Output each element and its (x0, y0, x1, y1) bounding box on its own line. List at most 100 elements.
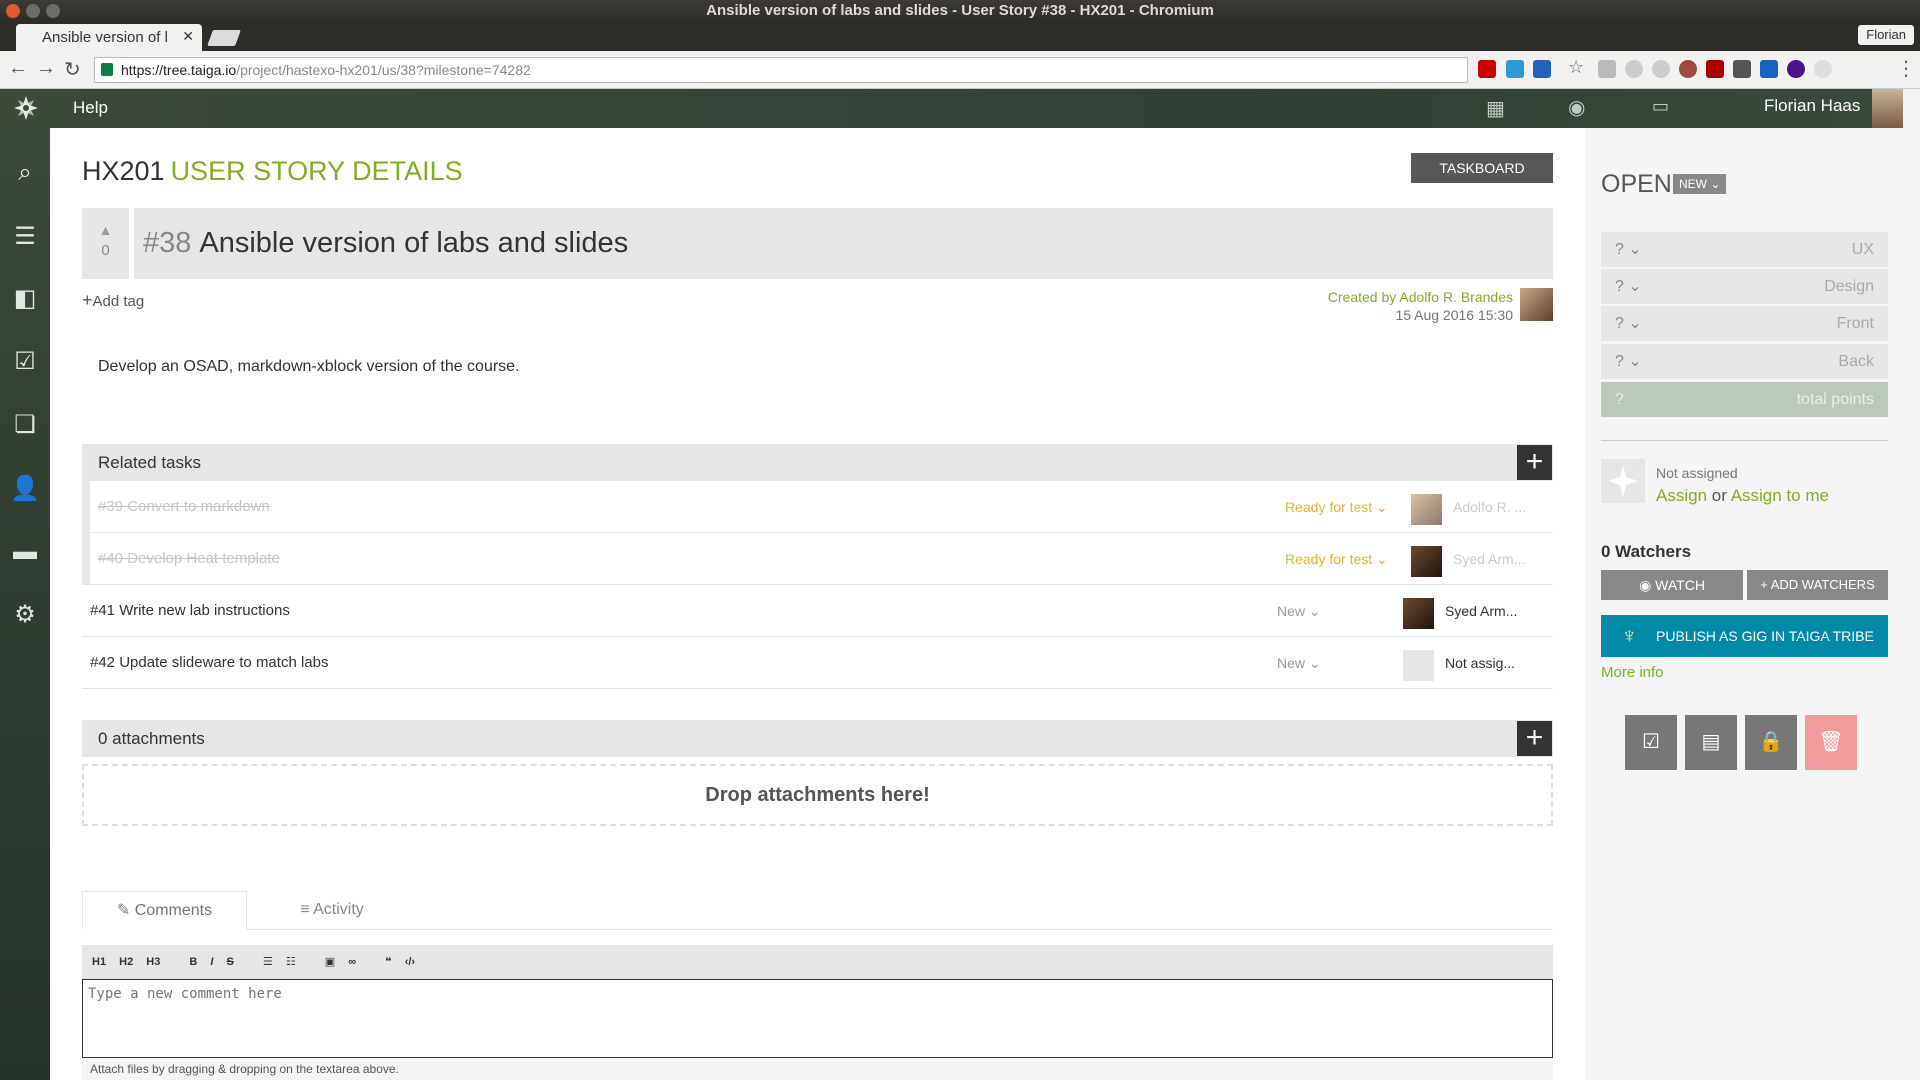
h2-button[interactable]: H2 (119, 956, 133, 968)
add-tag-button[interactable]: +Add tag (82, 290, 144, 311)
adblock-extension-icon[interactable] (1478, 60, 1496, 78)
task-status[interactable]: New ⌄ (1277, 585, 1392, 637)
points-row-design[interactable]: ? ⌄ Design (1601, 269, 1888, 304)
created-by[interactable]: Created by Adolfo R. Brandes (1270, 288, 1513, 306)
task-status[interactable]: Ready for test ⌄ (1285, 533, 1400, 585)
vote-box[interactable]: ▲ 0 (82, 208, 129, 279)
bold-button[interactable]: B (189, 956, 197, 968)
minimize-window-button[interactable] (26, 4, 40, 18)
new-tab-button[interactable] (207, 30, 241, 46)
close-window-button[interactable] (6, 4, 20, 18)
backlog-icon[interactable]: ☰ (10, 222, 40, 252)
taskboard-button[interactable]: TASKBOARD (1411, 153, 1553, 183)
code-icon[interactable]: ‹/› (405, 956, 415, 968)
extension-icon[interactable] (1787, 60, 1805, 78)
tab-comments[interactable]: ✎ Comments (82, 891, 247, 930)
address-bar[interactable]: https://tree.taiga.io/project/hastexo-hx… (94, 57, 1468, 83)
add-attachment-button[interactable]: + (1517, 721, 1552, 756)
task-row[interactable]: #39 Convert to markdown Ready for test ⌄… (82, 481, 1553, 533)
attachment-drop-zone[interactable]: Drop attachments here! (82, 764, 1553, 826)
task-title[interactable]: #41 Write new lab instructions (90, 585, 290, 637)
wiki-icon[interactable]: ❏ (10, 410, 40, 440)
task-assignee[interactable]: Adolfo R. ... (1453, 481, 1526, 533)
task-assignee[interactable]: Syed Arm... (1445, 585, 1517, 637)
maximize-window-button[interactable] (46, 4, 60, 18)
task-title[interactable]: #42 Update slideware to match labs (90, 637, 328, 689)
watch-button[interactable]: ◉ WATCH (1601, 570, 1743, 600)
back-icon[interactable]: ← (8, 57, 28, 80)
help-link[interactable]: Help (73, 98, 108, 118)
extension-icon[interactable] (1625, 60, 1643, 78)
user-name[interactable]: Florian Haas (1764, 96, 1860, 116)
extension-icon[interactable] (1533, 60, 1551, 78)
delete-trash-icon[interactable]: 🗑 (1805, 715, 1857, 770)
discover-globe-icon[interactable]: ◉ (1568, 95, 1585, 120)
task-row[interactable]: #40 Develop Heat template Ready for test… (82, 533, 1553, 585)
team-requirement-icon[interactable]: ▤ (1685, 715, 1737, 770)
task-assignee[interactable]: Not assig... (1445, 637, 1515, 689)
issues-icon[interactable]: ☑ (10, 347, 40, 377)
quote-icon[interactable]: ❝ (385, 956, 391, 968)
publish-tribe-button[interactable]: ♆ PUBLISH AS GIG IN TAIGA TRIBE (1601, 615, 1888, 657)
search-icon[interactable]: ⌕ (10, 158, 40, 188)
close-tab-icon[interactable]: ✕ (182, 28, 194, 45)
projects-grid-icon[interactable]: ▦ (1486, 96, 1505, 121)
menu-icon[interactable]: ⋮ (1896, 56, 1916, 81)
assign-link[interactable]: Assign (1656, 486, 1707, 505)
extension-icon[interactable] (1760, 60, 1778, 78)
task-status[interactable]: New ⌄ (1277, 637, 1392, 689)
status-dropdown[interactable]: NEW ⌄ (1673, 174, 1727, 194)
tab-activity[interactable]: ≡ Activity (247, 891, 417, 930)
settings-gear-icon[interactable]: ⚙ (10, 600, 40, 630)
team-icon[interactable]: 👤 (10, 474, 40, 504)
task-row[interactable]: #41 Write new lab instructions New ⌄ Sye… (82, 585, 1553, 637)
browser-tab[interactable]: Ansible version of l ✕ (16, 24, 202, 51)
reload-icon[interactable]: ↻ (64, 57, 81, 82)
ublock-extension-icon[interactable] (1706, 60, 1724, 78)
add-watchers-button[interactable]: + ADD WATCHERS (1747, 570, 1888, 600)
h1-button[interactable]: H1 (92, 956, 106, 968)
bullet-list-icon[interactable]: ☰ (263, 956, 273, 968)
extension-icon[interactable] (1814, 60, 1832, 78)
lock-icon (101, 63, 113, 76)
extension-icon[interactable] (1679, 60, 1697, 78)
notifications-icon[interactable]: ▭ (1652, 96, 1669, 117)
points-row-front[interactable]: ? ⌄ Front (1601, 306, 1888, 341)
points-value-text: ? (1615, 278, 1624, 295)
numbered-list-icon[interactable]: ☷ (286, 956, 296, 968)
task-row[interactable]: #42 Update slideware to match labs New ⌄… (82, 637, 1553, 689)
block-lock-icon[interactable]: 🔒 (1745, 715, 1797, 770)
extension-icon[interactable] (1598, 60, 1616, 78)
bookmark-star-icon[interactable]: ☆ (1568, 57, 1584, 78)
task-title[interactable]: #39 Convert to markdown (98, 481, 270, 533)
extension-icon[interactable] (1506, 60, 1524, 78)
extension-icon[interactable] (1652, 60, 1670, 78)
points-row-ux[interactable]: ? ⌄ UX (1601, 232, 1888, 267)
story-description[interactable]: Develop an OSAD, markdown-xblock version… (98, 358, 520, 376)
extension-icon[interactable] (1733, 60, 1751, 78)
kanban-icon[interactable]: ◧ (10, 284, 40, 314)
scrollbar[interactable] (1903, 89, 1920, 1080)
task-title[interactable]: #40 Develop Heat template (98, 533, 280, 585)
italic-button[interactable]: I (210, 956, 213, 968)
task-status[interactable]: Ready for test ⌄ (1285, 481, 1400, 533)
assign-to-me-action-icon[interactable]: ☑ (1625, 715, 1677, 770)
assign-to-me-link[interactable]: Assign to me (1731, 486, 1829, 505)
strike-button[interactable]: S (227, 956, 234, 968)
h3-button[interactable]: H3 (146, 956, 160, 968)
upvote-icon[interactable]: ▲ (82, 222, 129, 238)
watchers-count: 0 Watchers (1601, 542, 1692, 561)
add-task-button[interactable]: + (1517, 445, 1552, 480)
taiga-logo-icon[interactable] (12, 94, 40, 122)
task-status-label: New (1277, 603, 1306, 619)
profile-button[interactable]: Florian (1858, 25, 1914, 45)
link-icon[interactable]: ∞ (348, 956, 356, 968)
chat-icon[interactable]: ▬ (10, 537, 40, 567)
forward-icon[interactable]: → (36, 57, 56, 80)
comment-input[interactable] (82, 979, 1553, 1058)
image-icon[interactable]: ▣ (325, 956, 335, 968)
story-title-bar[interactable]: #38 Ansible version of labs and slides (134, 208, 1553, 279)
task-assignee[interactable]: Syed Arm... (1453, 533, 1525, 585)
more-info-link[interactable]: More info (1601, 664, 1664, 681)
points-row-back[interactable]: ? ⌄ Back (1601, 344, 1888, 379)
